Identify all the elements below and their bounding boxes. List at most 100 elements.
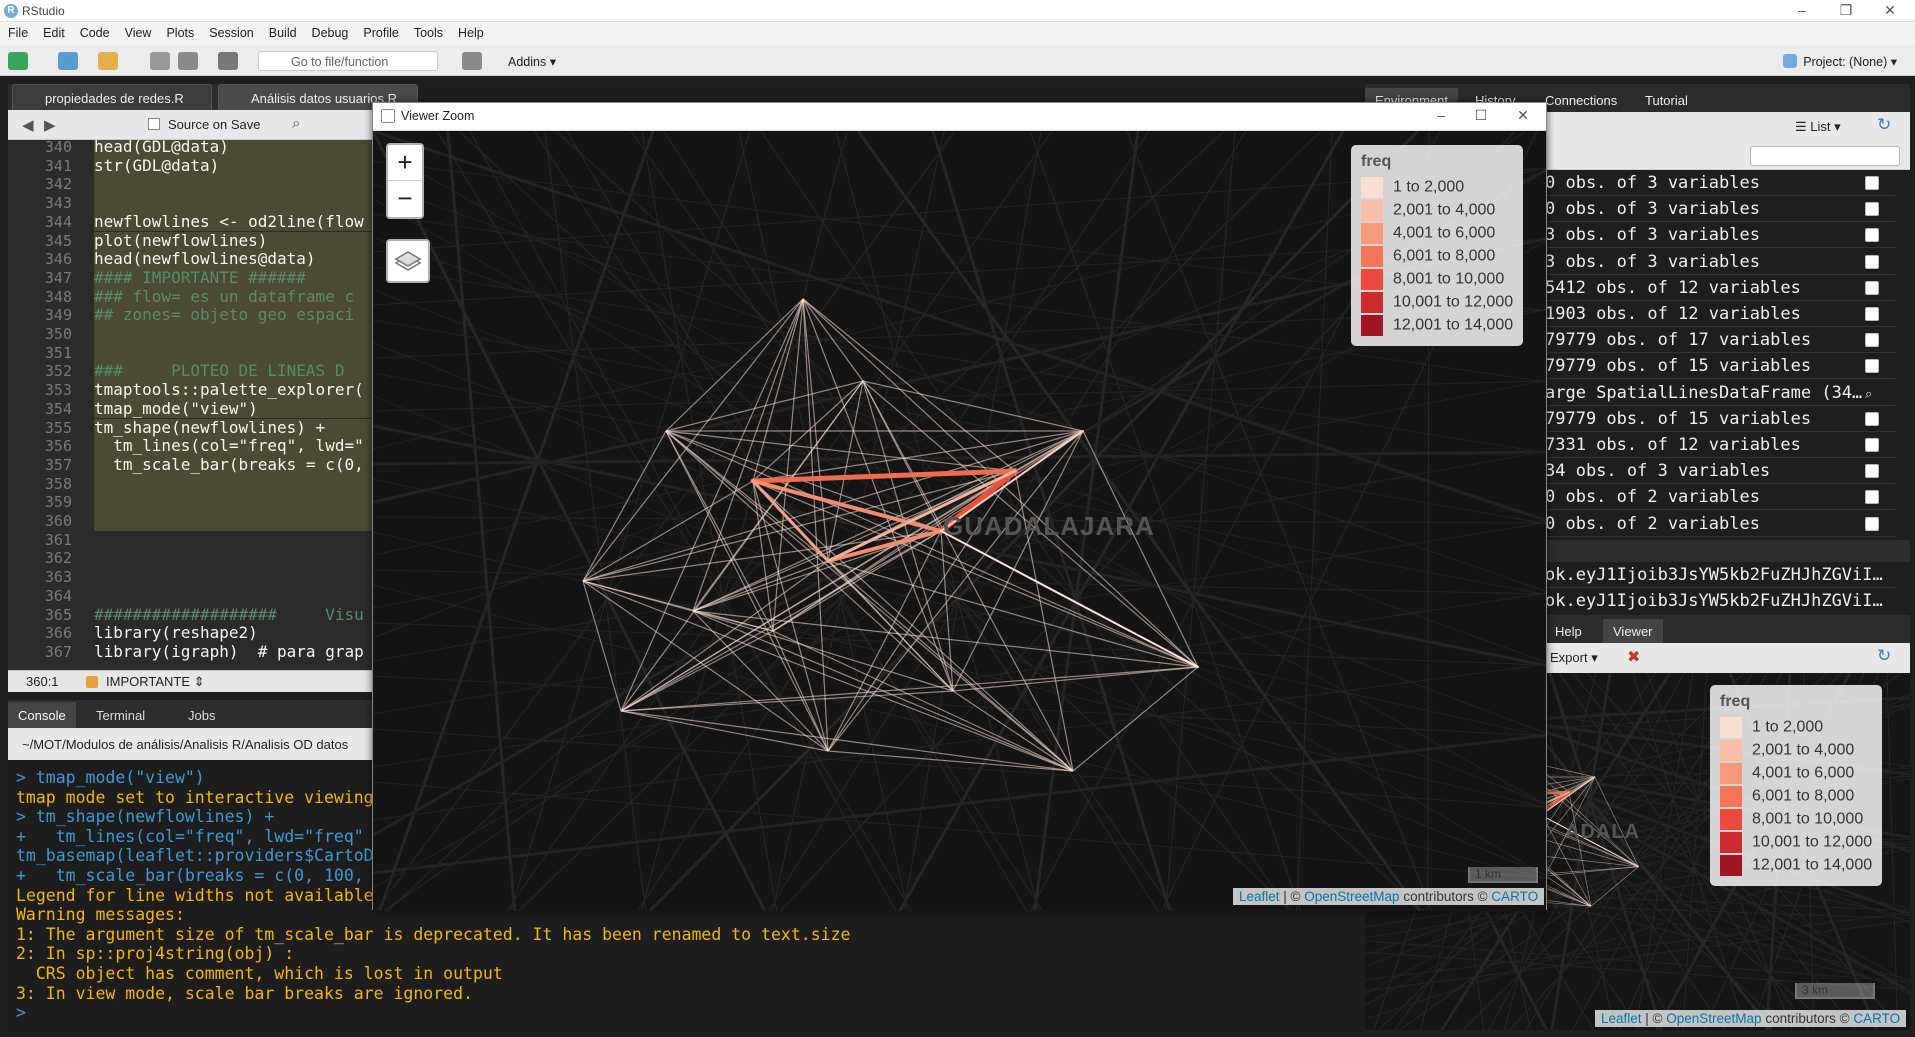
menu-session[interactable]: Session: [201, 22, 260, 40]
menu-view[interactable]: View: [117, 22, 159, 40]
code-line[interactable]: 344 newflowlines <- od2line(flow: [8, 212, 372, 232]
view-table-icon[interactable]: [1865, 176, 1879, 190]
menu-code[interactable]: Code: [72, 22, 117, 40]
menu-build[interactable]: Build: [261, 22, 304, 40]
code-line[interactable]: 364: [8, 587, 372, 606]
layers-button[interactable]: [386, 239, 430, 283]
addins-menu[interactable]: Addins ▾: [508, 54, 556, 69]
menu-tools[interactable]: Tools: [406, 22, 450, 40]
view-table-icon[interactable]: [1865, 333, 1879, 348]
goto-file-input[interactable]: Go to file/function: [258, 51, 438, 71]
export-menu[interactable]: Export ▾: [1550, 650, 1598, 666]
magnify-icon[interactable]: ⌕: [1865, 386, 1879, 401]
view-table-icon[interactable]: [1865, 359, 1879, 374]
refresh-icon[interactable]: ↻: [1877, 115, 1891, 135]
osm-link[interactable]: OpenStreetMap: [1304, 889, 1399, 904]
back-arrow-icon[interactable]: ◀: [22, 116, 34, 134]
environment-search-input[interactable]: [1750, 146, 1900, 166]
search-icon[interactable]: ⌕: [292, 115, 300, 132]
zoom-map[interactable]: GUADALAJARA + − freq 1 to 2,000 2,001 to 4…: [373, 131, 1546, 911]
view-table-icon[interactable]: [1865, 228, 1879, 243]
view-table-icon[interactable]: [1865, 280, 1879, 295]
source-on-save-checkbox[interactable]: [148, 118, 160, 130]
code-line[interactable]: 342: [8, 175, 372, 195]
project-menu[interactable]: Project: (None) ▾: [1783, 54, 1897, 69]
code-line[interactable]: 340 head(GDL@data): [8, 140, 372, 157]
zoom-in-button[interactable]: +: [388, 145, 422, 181]
tab-terminal[interactable]: Terminal: [86, 702, 155, 728]
legend-item: 10,001 to 12,000: [1361, 292, 1513, 315]
code-line[interactable]: 341 str(GDL@data): [8, 156, 372, 176]
new-project-icon[interactable]: [58, 52, 78, 70]
code-line[interactable]: 362: [8, 549, 372, 568]
new-file-icon[interactable]: [8, 52, 28, 70]
menu-file[interactable]: File: [0, 22, 35, 40]
zoom-close-icon[interactable]: ✕: [1503, 107, 1543, 124]
view-table-icon[interactable]: [1865, 202, 1879, 217]
code-line[interactable]: 357 tm_scale_bar(breaks = c(0,: [8, 455, 372, 475]
open-file-icon[interactable]: [98, 52, 118, 70]
code-line[interactable]: 355 tm_shape(newflowlines) +: [8, 418, 372, 438]
menu-plots[interactable]: Plots: [158, 22, 201, 40]
tab-viewer[interactable]: Viewer: [1603, 619, 1663, 643]
menu-debug[interactable]: Debug: [304, 22, 356, 40]
grid-layout-icon[interactable]: [462, 52, 482, 70]
code-line[interactable]: 346 head(newflowlines@data): [8, 249, 372, 269]
menu-edit[interactable]: Edit: [35, 22, 72, 40]
remove-viewer-icon[interactable]: ✖: [1627, 647, 1640, 667]
view-table-icon[interactable]: [1865, 254, 1879, 269]
code-line[interactable]: 365 ################### Visu: [8, 605, 372, 625]
view-mode-selector[interactable]: ☰ List ▾: [1795, 119, 1841, 135]
tab-connections[interactable]: Connections: [1535, 88, 1627, 112]
print-icon[interactable]: [218, 52, 238, 70]
tab-help[interactable]: Help: [1545, 619, 1592, 643]
tab-tutorial[interactable]: Tutorial: [1635, 88, 1698, 112]
restore-icon[interactable]: ❐: [1826, 2, 1866, 19]
tab-jobs[interactable]: Jobs: [178, 702, 225, 728]
tab-propiedades-de-redes[interactable]: propiedades de redes.R: [12, 84, 212, 110]
view-table-icon[interactable]: [1865, 411, 1879, 426]
leaflet-link[interactable]: Leaflet: [1239, 889, 1280, 904]
code-line[interactable]: 366 library(reshape2): [8, 623, 372, 643]
code-line[interactable]: 352 ### PLOTEO DE LINEAS D: [8, 362, 372, 382]
leaflet-link[interactable]: Leaflet: [1601, 1011, 1642, 1026]
code-line[interactable]: 350: [8, 325, 372, 344]
save-icon[interactable]: [150, 52, 170, 70]
tab-console[interactable]: Console: [8, 702, 76, 728]
code-line[interactable]: 359: [8, 493, 372, 512]
code-line[interactable]: 354 tmap_mode("view"): [8, 399, 372, 419]
code-line[interactable]: 349 ## zones= objeto geo espaci: [8, 306, 372, 325]
zoom-maximize-icon[interactable]: ☐: [1461, 107, 1501, 124]
code-line[interactable]: 363: [8, 568, 372, 587]
code-line[interactable]: 360: [8, 512, 372, 531]
zoom-out-button[interactable]: −: [388, 181, 422, 217]
view-table-icon[interactable]: [1865, 464, 1879, 479]
menu-help[interactable]: Help: [450, 22, 491, 40]
osm-link[interactable]: OpenStreetMap: [1666, 1011, 1761, 1026]
save-all-icon[interactable]: [178, 52, 198, 70]
minimize-icon[interactable]: –: [1782, 2, 1822, 18]
code-line[interactable]: 343: [8, 194, 372, 213]
code-line[interactable]: 358: [8, 474, 372, 494]
forward-arrow-icon[interactable]: ▶: [44, 116, 56, 134]
code-line[interactable]: 351: [8, 343, 372, 363]
code-line[interactable]: 348 ### flow= es un dataframe c: [8, 287, 372, 307]
code-line[interactable]: 361: [8, 531, 372, 550]
view-table-icon[interactable]: [1865, 516, 1879, 531]
view-table-icon[interactable]: [1865, 307, 1879, 321]
refresh-viewer-icon[interactable]: ↻: [1877, 646, 1891, 666]
carto-link[interactable]: CARTO: [1853, 1011, 1900, 1026]
view-table-icon[interactable]: [1865, 438, 1879, 452]
code-line[interactable]: 345 plot(newflowlines): [8, 231, 372, 251]
section-selector[interactable]: IMPORTANTE ⇕: [106, 674, 205, 690]
code-editor[interactable]: 340 head(GDL@data) 341 str(GDL@data) 342 343 3…: [8, 140, 372, 670]
carto-link[interactable]: CARTO: [1491, 889, 1538, 904]
code-line[interactable]: 356 tm_lines(col="freq", lwd=": [8, 436, 372, 456]
view-table-icon[interactable]: [1865, 490, 1879, 505]
menu-profile[interactable]: Profile: [355, 22, 405, 40]
zoom-minimize-icon[interactable]: –: [1421, 107, 1461, 123]
code-line[interactable]: 347 #### IMPORTANTE ######: [8, 268, 372, 288]
code-line[interactable]: 367 library(igraph) # para grap: [8, 642, 372, 662]
code-line[interactable]: 353 tmaptools::palette_explorer(: [8, 380, 372, 400]
close-icon[interactable]: ✕: [1870, 2, 1910, 19]
